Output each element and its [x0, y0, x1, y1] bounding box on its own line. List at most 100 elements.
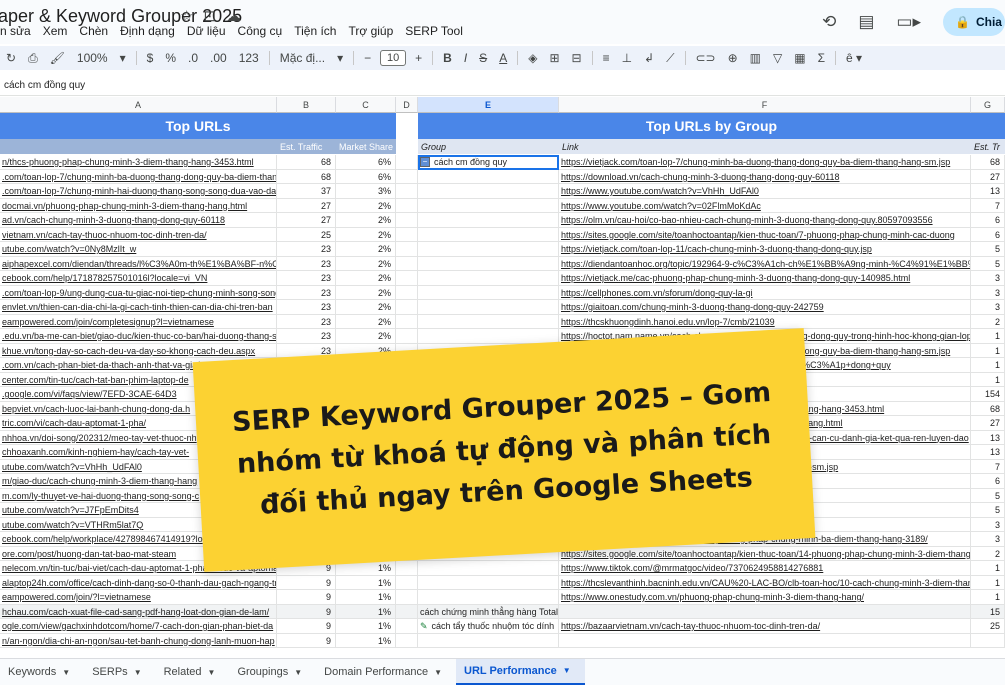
traffic-cell[interactable]: 3: [971, 532, 1005, 547]
url-cell[interactable]: envlet.vn/thien-can-dia-chi-la-gi-cach-t…: [0, 300, 277, 315]
traffic-cell[interactable]: 23: [277, 285, 336, 300]
formula-input[interactable]: cách cm đồng quy: [0, 80, 85, 91]
column-header-g[interactable]: G: [971, 97, 1005, 113]
empty-cell[interactable]: [396, 184, 418, 199]
url-cell[interactable]: cebook.com/help/171878257501016l?locale=…: [0, 271, 277, 286]
tab-domain-performance[interactable]: Domain Performance ▼: [316, 659, 456, 685]
share-cell[interactable]: 6%: [336, 169, 396, 184]
group-cell[interactable]: [418, 329, 559, 344]
traffic-cell[interactable]: 23: [277, 271, 336, 286]
link-cell[interactable]: https://giaitoan.com/chung-minh-3-duong-…: [559, 300, 971, 315]
traffic-cell[interactable]: 1: [971, 575, 1005, 590]
formula-bar[interactable]: cách cm đồng quy: [0, 76, 1005, 96]
font-size-input[interactable]: 10: [380, 50, 407, 66]
url-cell[interactable]: eampowered.com/join/?l=vietnamese: [0, 590, 277, 605]
share-cell[interactable]: 2%: [336, 198, 396, 213]
empty-cell[interactable]: [396, 590, 418, 605]
share-cell[interactable]: 1%: [336, 619, 396, 634]
traffic-cell[interactable]: 7: [971, 198, 1005, 213]
empty-cell[interactable]: [396, 198, 418, 213]
url-cell[interactable]: alaptop24h.com/office/cach-dinh-dang-so-…: [0, 575, 277, 590]
empty-cell[interactable]: [396, 242, 418, 257]
traffic-cell[interactable]: 5: [971, 503, 1005, 518]
menu-view[interactable]: Xem: [43, 24, 68, 38]
font-size-decrease[interactable]: −: [358, 51, 377, 65]
tab-related[interactable]: Related ▼: [156, 659, 230, 685]
traffic-cell[interactable]: 27: [971, 416, 1005, 431]
traffic-cell[interactable]: 27: [971, 169, 1005, 184]
group-cell[interactable]: [418, 256, 559, 271]
traffic-cell[interactable]: 68: [971, 155, 1005, 170]
video-call-icon[interactable]: ▭▸: [896, 12, 921, 32]
increase-decimal-button[interactable]: .00: [204, 51, 233, 65]
column-header-f[interactable]: F: [559, 97, 971, 113]
link-cell[interactable]: [559, 633, 971, 648]
chevron-down-icon[interactable]: ▾: [331, 51, 349, 65]
group-cell[interactable]: [418, 184, 559, 199]
share-cell[interactable]: 2%: [336, 285, 396, 300]
menu-help[interactable]: Trợ giúp: [348, 24, 393, 38]
chart-icon[interactable]: ▥: [744, 51, 767, 65]
traffic-cell[interactable]: 23: [277, 314, 336, 329]
collapse-group-icon[interactable]: −: [420, 157, 430, 168]
link-cell[interactable]: https://www.youtube.com/watch?v=02FlmMoK…: [559, 198, 971, 213]
tab-serps[interactable]: SERPs ▼: [84, 659, 155, 685]
print-icon[interactable]: ⎙: [22, 51, 44, 66]
fill-color-icon[interactable]: ◈: [522, 51, 543, 65]
traffic-cell[interactable]: 1: [971, 329, 1005, 344]
share-cell[interactable]: 3%: [336, 184, 396, 199]
group-cell[interactable]: [418, 198, 559, 213]
url-cell[interactable]: .edu.vn/ba-me-can-biet/giao-duc/kien-thu…: [0, 329, 277, 344]
url-cell[interactable]: khue.vn/tong-day-so-cach-deu-va-day-so-k…: [0, 343, 277, 358]
link-cell[interactable]: https://download.vn/cach-chung-minh-3-du…: [559, 169, 971, 184]
url-cell[interactable]: .com/toan-lop-7/chung-minh-ba-duong-than…: [0, 169, 277, 184]
group-cell[interactable]: [418, 227, 559, 242]
menu-data[interactable]: Dữ liệu: [187, 24, 226, 38]
url-cell[interactable]: n/thcs-phuong-phap-chung-minh-3-diem-tha…: [0, 155, 277, 170]
tab-keywords[interactable]: Keywords ▼: [0, 659, 84, 685]
column-header-d[interactable]: D: [396, 97, 418, 113]
menu-serp-tool[interactable]: SERP Tool: [405, 24, 463, 38]
share-cell[interactable]: 1%: [336, 575, 396, 590]
group-cell[interactable]: [418, 633, 559, 648]
traffic-cell[interactable]: 1: [971, 372, 1005, 387]
empty-cell[interactable]: [396, 169, 418, 184]
traffic-cell[interactable]: 9: [277, 604, 336, 619]
traffic-cell[interactable]: 9: [277, 590, 336, 605]
url-cell[interactable]: vietnam.vn/cach-tay-thuoc-nhuom-toc-dinh…: [0, 227, 277, 242]
traffic-cell[interactable]: 6: [971, 213, 1005, 228]
comment-add-icon[interactable]: ⊕: [722, 51, 744, 65]
traffic-cell[interactable]: 25: [971, 619, 1005, 634]
strikethrough-button[interactable]: S: [473, 51, 493, 65]
italic-button[interactable]: I: [458, 51, 473, 65]
share-cell[interactable]: 2%: [336, 329, 396, 344]
link-cell[interactable]: https://www.tiktok.com/@mrmatgoc/video/7…: [559, 561, 971, 576]
traffic-cell[interactable]: 37: [277, 184, 336, 199]
empty-cell[interactable]: [396, 256, 418, 271]
url-cell[interactable]: .com/toan-lop-7/chung-minh-hai-duong-tha…: [0, 184, 277, 199]
redo-icon[interactable]: ↻: [0, 51, 22, 65]
link-icon[interactable]: ⊂⊃: [690, 51, 722, 65]
url-cell[interactable]: aiphapexcel.com/diendan/threads/l%C3%A0m…: [0, 256, 277, 271]
url-cell[interactable]: ogle.com/view/gachxinhdotcom/home/7-cach…: [0, 619, 277, 634]
text-color-button[interactable]: A: [493, 51, 513, 65]
url-cell[interactable]: n/an-ngon/dia-chi-an-ngon/sau-tet-banh-c…: [0, 633, 277, 648]
empty-cell[interactable]: [396, 227, 418, 242]
traffic-cell[interactable]: 25: [277, 227, 336, 242]
url-cell[interactable]: eampowered.com/join/completesignup?l=vie…: [0, 314, 277, 329]
empty-cell[interactable]: [396, 314, 418, 329]
column-header-c[interactable]: C: [336, 97, 396, 113]
menu-format[interactable]: Định dạng: [120, 24, 175, 38]
align-horizontal-icon[interactable]: ≡: [597, 51, 616, 65]
cloud-status-icon[interactable]: ☁: [226, 7, 241, 25]
traffic-cell[interactable]: 68: [277, 155, 336, 170]
group-cell[interactable]: [418, 575, 559, 590]
share-cell[interactable]: 2%: [336, 256, 396, 271]
merge-cells-icon[interactable]: ⊟: [566, 51, 588, 65]
url-cell[interactable]: .com/toan-lop-9/ung-dung-cua-tu-giac-noi…: [0, 285, 277, 300]
traffic-cell[interactable]: 1: [971, 561, 1005, 576]
group-cell[interactable]: [418, 285, 559, 300]
empty-cell[interactable]: [396, 285, 418, 300]
empty-cell[interactable]: [396, 213, 418, 228]
group-cell[interactable]: [418, 590, 559, 605]
